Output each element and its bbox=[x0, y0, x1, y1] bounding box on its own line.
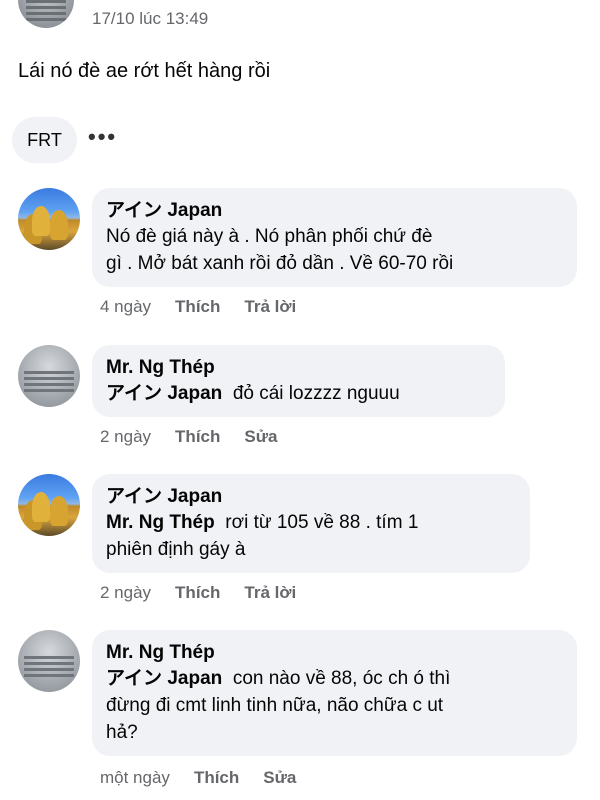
comment-text-line: rơi từ 105 về 88 . tím 1 bbox=[225, 512, 419, 533]
like-button[interactable]: Thích bbox=[194, 768, 239, 788]
post-header: 17/10 lúc 13:49 bbox=[0, 0, 600, 40]
commenter-name[interactable]: アイン Japan bbox=[106, 198, 561, 223]
post-timestamp[interactable]: 17/10 lúc 13:49 bbox=[92, 9, 208, 29]
mention-link[interactable]: Mr. Ng Thép bbox=[106, 512, 215, 533]
comment-bubble: アイン Japan Mr. Ng Thép rơi từ 105 về 88 .… bbox=[92, 474, 530, 573]
reply-button[interactable]: Trả lời bbox=[244, 583, 296, 603]
comment-actions: 2 ngày Thích Sửa bbox=[100, 427, 278, 447]
comment-actions: 4 ngày Thích Trả lời bbox=[100, 297, 296, 317]
like-button[interactable]: Thích bbox=[175, 427, 220, 447]
post-text: Lái nó đè ae rớt hết hàng rồi bbox=[18, 60, 271, 82]
comment-bubble: Mr. Ng Thép アイン Japan con nào về 88, óc … bbox=[92, 630, 577, 756]
like-button[interactable]: Thích bbox=[175, 583, 220, 603]
reply-button[interactable]: Trả lời bbox=[244, 297, 296, 317]
comment-actions: một ngày Thích Sửa bbox=[100, 768, 296, 788]
comment-text-line: phiên định gáy à bbox=[106, 539, 246, 560]
commenter-avatar[interactable] bbox=[18, 630, 80, 692]
edit-button[interactable]: Sửa bbox=[263, 768, 296, 788]
comment-text-line: đừng đi cmt linh tinh nữa, não chữa c ut bbox=[106, 695, 444, 716]
like-button[interactable]: Thích bbox=[175, 297, 220, 317]
comment-bubble: アイン Japan Nó đè giá này à . Nó phân phối… bbox=[92, 188, 577, 287]
commenter-avatar[interactable] bbox=[18, 474, 80, 536]
edit-button[interactable]: Sửa bbox=[244, 427, 277, 447]
mention-link[interactable]: アイン Japan bbox=[106, 668, 222, 689]
commenter-name[interactable]: アイン Japan bbox=[106, 484, 514, 509]
commenter-avatar[interactable] bbox=[18, 345, 80, 407]
commenter-name[interactable]: Mr. Ng Thép bbox=[106, 355, 489, 380]
commenter-avatar[interactable] bbox=[18, 188, 80, 250]
poster-avatar[interactable] bbox=[18, 0, 74, 28]
comment-bubble: Mr. Ng Thép アイン Japan đỏ cái lozzzz nguu… bbox=[92, 345, 505, 417]
comment-actions: 2 ngày Thích Trả lời bbox=[100, 583, 296, 603]
comment-time[interactable]: một ngày bbox=[100, 768, 170, 788]
reaction-pill[interactable]: FRT bbox=[12, 117, 77, 163]
comment-text-line: gì . Mở bát xanh rồi đỏ dần . Về 60-70 r… bbox=[106, 253, 454, 274]
comment-time[interactable]: 4 ngày bbox=[100, 297, 151, 317]
comment-text-line: hả? bbox=[106, 722, 138, 743]
comment-text-line: đỏ cái lozzzz nguuu bbox=[232, 383, 400, 404]
mention-link[interactable]: アイン Japan bbox=[106, 383, 222, 404]
comment-text-line: con nào về 88, óc ch ó thì bbox=[232, 668, 451, 689]
comment-text-line: Nó đè giá này à . Nó phân phối chứ đè bbox=[106, 226, 433, 247]
comment-time[interactable]: 2 ngày bbox=[100, 427, 151, 447]
commenter-name[interactable]: Mr. Ng Thép bbox=[106, 640, 561, 665]
more-options-icon[interactable]: ••• bbox=[88, 124, 117, 150]
comment-time[interactable]: 2 ngày bbox=[100, 583, 151, 603]
